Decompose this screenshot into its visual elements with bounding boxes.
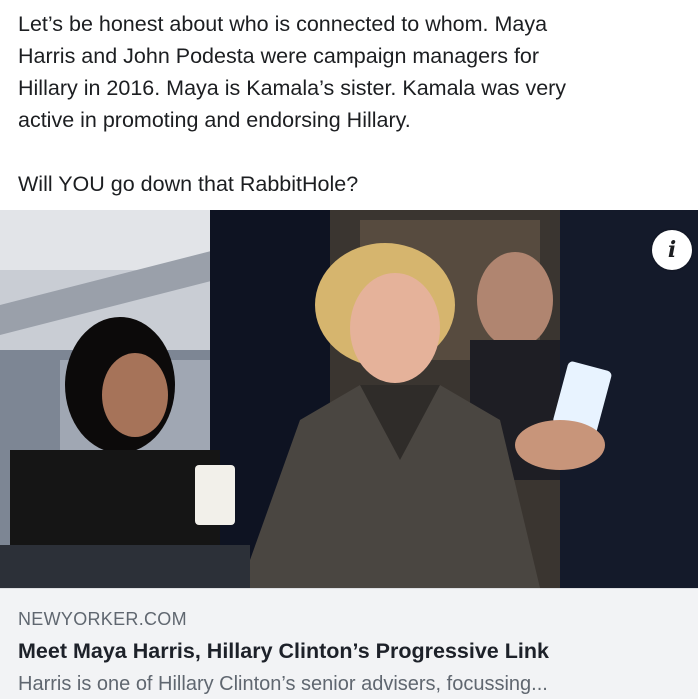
link-domain: NEWYORKER.COM: [18, 609, 187, 629]
info-icon[interactable]: i: [652, 230, 692, 270]
post-line: Hillary in 2016. Maya is Kamala’s sister…: [18, 76, 567, 100]
link-meta[interactable]: NEWYORKER.COM Meet Maya Harris, Hillary …: [0, 588, 698, 699]
airplane-cabin-photo: [0, 210, 698, 588]
post-line: active in promoting and endorsing Hillar…: [18, 108, 411, 132]
link-preview-image[interactable]: i: [0, 210, 698, 588]
post-question: Will YOU go down that RabbitHole?: [18, 172, 359, 196]
post-line: Harris and John Podesta were campaign ma…: [18, 44, 540, 68]
post-text: Let’s be honest about who is connected t…: [18, 8, 686, 200]
post-line: Let’s be honest about who is connected t…: [18, 12, 548, 36]
link-description: Harris is one of Hillary Clinton’s senio…: [18, 673, 548, 695]
link-title[interactable]: Meet Maya Harris, Hillary Clinton’s Prog…: [18, 639, 549, 664]
